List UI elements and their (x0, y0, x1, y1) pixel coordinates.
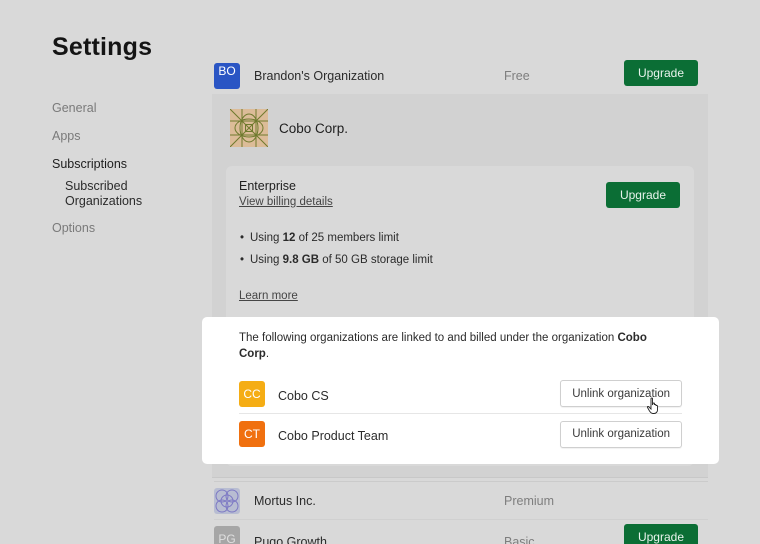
hand-pointer-cursor-icon (646, 397, 658, 414)
linked-organizations-panel: The following organizations are linked t… (202, 317, 719, 464)
upgrade-button[interactable]: Upgrade (605, 182, 680, 208)
org-avatar: CT (239, 421, 265, 447)
usage-suffix: of 50 GB storage limit (319, 254, 433, 266)
org-name: Brandon's Organization (254, 69, 385, 83)
org-avatar: CC (239, 380, 265, 407)
page-title: Settings (52, 33, 153, 61)
mortus-logo-icon (214, 487, 240, 514)
usage-prefix: Using (250, 232, 283, 244)
org-row-pugo-growth[interactable]: PG Pugo Growth Basic Upgrade (214, 519, 708, 544)
org-row-brandons-organization[interactable]: BO Brandon's Organization Free Upgrade (214, 56, 708, 96)
linked-intro-text: The following organizations are linked t… (239, 330, 679, 362)
unlink-organization-button[interactable]: Unlink organization (560, 380, 682, 407)
linked-organizations-content: The following organizations are linked t… (226, 317, 695, 464)
upgrade-button[interactable]: Upgrade (623, 60, 698, 86)
usage-storage: Using 9.8 GB of 50 GB storage limit (239, 254, 433, 276)
view-billing-details-link[interactable]: View billing details (239, 196, 333, 208)
linked-org-name: Cobo Product Team (278, 429, 389, 443)
org-row-mortus-inc[interactable]: Mortus Inc. Premium (214, 481, 708, 519)
usage-members: Using 12 of 25 members limit (239, 232, 433, 254)
sidebar-item-general[interactable]: General (52, 100, 192, 128)
org-name: Mortus Inc. (254, 493, 316, 508)
upgrade-button[interactable]: Upgrade (623, 524, 698, 544)
usage-list: Using 12 of 25 members limit Using 9.8 G… (239, 232, 433, 276)
learn-more-link[interactable]: Learn more (239, 290, 298, 302)
cobo-corp-logo-icon (230, 109, 268, 147)
intro-text: The following organizations are linked t… (239, 332, 618, 344)
org-header[interactable]: Cobo Corp. (230, 109, 348, 147)
org-name: Pugo Growth (254, 535, 327, 544)
org-plan: Free (503, 69, 530, 83)
org-plan: Premium (504, 493, 555, 508)
usage-value: 9.8 GB (282, 254, 320, 266)
sidebar-item-options[interactable]: Options (52, 220, 192, 248)
linked-org-row: CT Cobo Product Team Unlink organization (239, 414, 682, 454)
sidebar-subitem-subscribed-organizations[interactable]: Subscribed Organizations (65, 179, 192, 209)
usage-prefix: Using (250, 254, 283, 266)
settings-sidebar: General Apps Subscriptions Subscribed Or… (52, 100, 192, 248)
usage-value: 12 (282, 232, 296, 244)
intro-end: . (265, 348, 270, 360)
org-avatar: PG (214, 526, 240, 544)
linked-org-name: Cobo CS (278, 388, 329, 403)
linked-org-row: CC Cobo CS Unlink organization (239, 374, 682, 414)
sidebar-item-apps[interactable]: Apps (52, 128, 192, 156)
usage-suffix: of 25 members limit (295, 232, 399, 244)
org-name: Cobo Corp. (279, 120, 349, 136)
org-plan: Basic (503, 535, 535, 544)
unlink-organization-button[interactable]: Unlink organization (560, 420, 682, 448)
plan-title: Enterprise (239, 179, 296, 193)
org-avatar: BO (214, 63, 240, 89)
